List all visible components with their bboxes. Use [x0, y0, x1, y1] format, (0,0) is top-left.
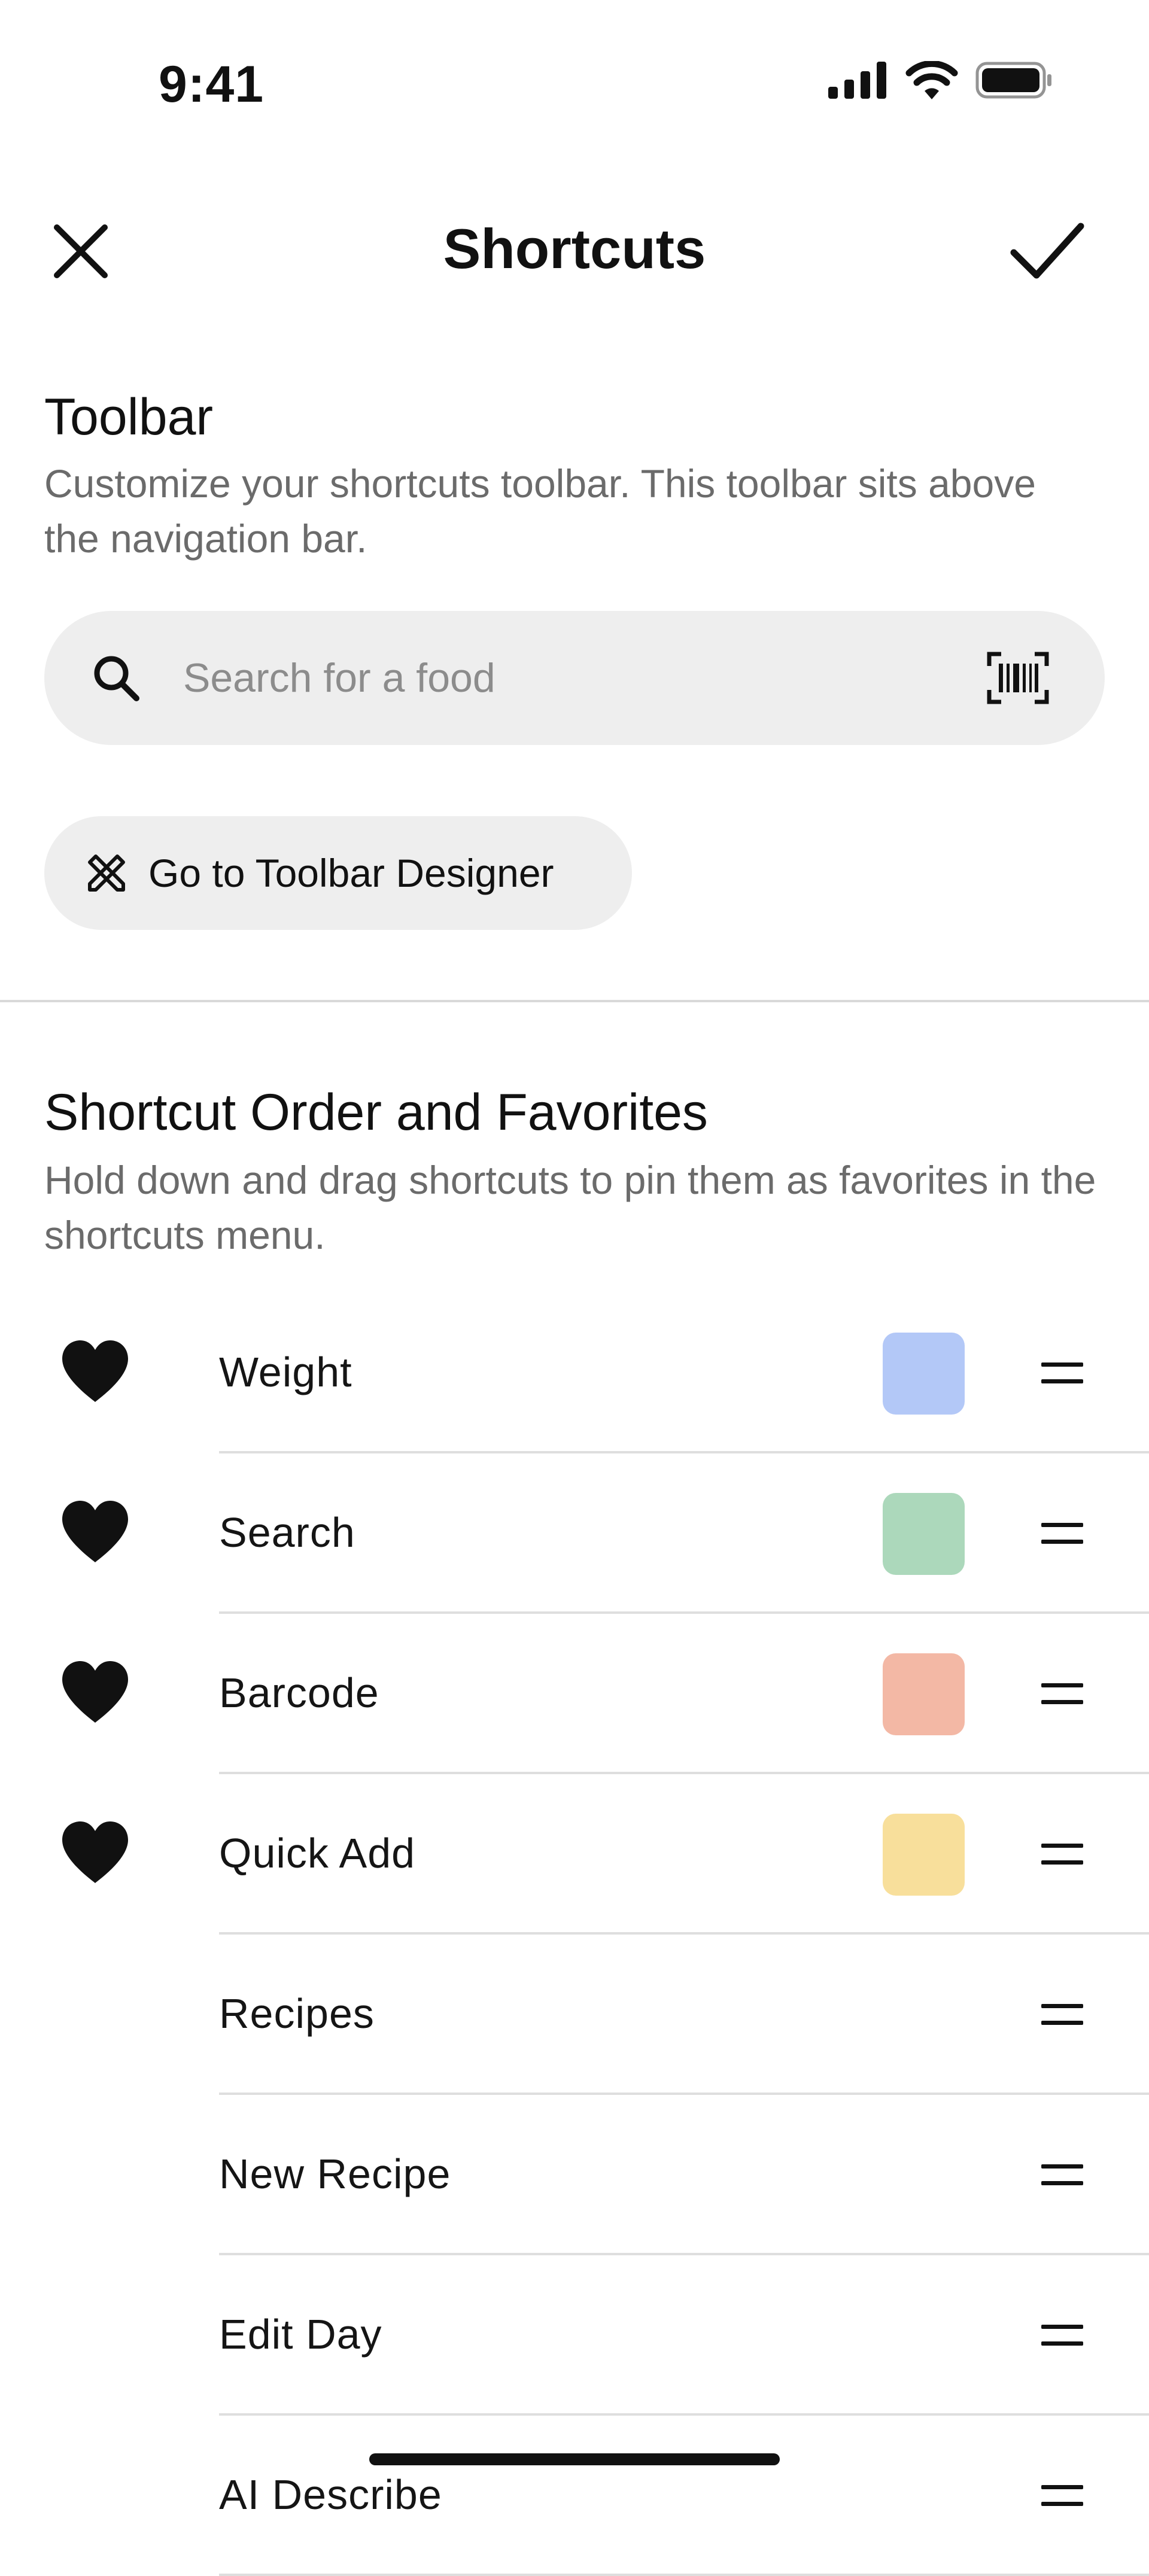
heart-icon[interactable] — [60, 1659, 130, 1725]
design-tools-icon — [83, 849, 130, 897]
shortcut-row[interactable]: New Recipe — [0, 2095, 1149, 2255]
shortcut-color-swatch[interactable] — [883, 1653, 965, 1735]
order-section-title: Shortcut Order and Favorites — [44, 1084, 708, 1141]
drag-handle-icon[interactable] — [1041, 2000, 1083, 2028]
shortcut-label: New Recipe — [219, 2151, 451, 2197]
order-section-description: Hold down and drag shortcuts to pin them… — [44, 1158, 1096, 1257]
drag-handle-icon[interactable] — [1041, 2481, 1083, 2509]
shortcut-row[interactable]: AI Describe — [0, 2416, 1149, 2576]
barcode-scan-icon[interactable] — [985, 648, 1051, 708]
shortcut-label: Weight — [219, 1349, 352, 1395]
shortcut-row[interactable]: Quick Add — [0, 1774, 1149, 1935]
heart-icon[interactable] — [60, 1499, 130, 1565]
row-divider — [219, 2574, 1149, 2576]
shortcut-label: Search — [219, 1509, 355, 1556]
shortcut-label: Barcode — [219, 1669, 379, 1716]
shortcut-color-swatch[interactable] — [883, 1493, 965, 1575]
home-indicator[interactable] — [369, 2453, 780, 2465]
toolbar-section-title: Toolbar — [44, 388, 214, 446]
shortcut-label: Edit Day — [219, 2311, 382, 2358]
drag-handle-icon[interactable] — [1041, 2321, 1083, 2349]
shortcut-row[interactable]: Search — [0, 1453, 1149, 1614]
heart-icon[interactable] — [60, 1820, 130, 1885]
shortcut-label: Quick Add — [219, 1830, 416, 1877]
checkmark-icon — [1010, 223, 1084, 279]
confirm-button[interactable] — [1005, 215, 1089, 287]
heart-icon[interactable] — [60, 1339, 130, 1404]
shortcut-row[interactable]: Edit Day — [0, 2255, 1149, 2416]
shortcut-row[interactable]: Weight — [0, 1293, 1149, 1453]
toolbar-section-description: Customize your shortcuts toolbar. This t… — [44, 461, 1036, 561]
shortcut-row[interactable]: Barcode — [0, 1614, 1149, 1774]
toolbar-designer-button[interactable]: Go to Toolbar Designer — [44, 816, 632, 930]
drag-handle-icon[interactable] — [1041, 1680, 1083, 1707]
shortcut-label: AI Describe — [219, 2471, 442, 2518]
wifi-icon — [905, 61, 958, 99]
shortcut-color-swatch[interactable] — [883, 1814, 965, 1896]
drag-handle-icon[interactable] — [1041, 2161, 1083, 2188]
cellular-signal-icon — [828, 62, 886, 99]
battery-icon — [975, 62, 1051, 99]
status-time: 9:41 — [159, 56, 265, 113]
drag-handle-icon[interactable] — [1041, 1840, 1083, 1868]
shortcut-color-swatch[interactable] — [883, 1333, 965, 1415]
search-input[interactable] — [182, 654, 985, 702]
page-title: Shortcuts — [443, 217, 706, 280]
drag-handle-icon[interactable] — [1041, 1359, 1083, 1386]
search-bar[interactable] — [44, 611, 1105, 745]
search-icon — [86, 648, 146, 708]
status-icons — [828, 61, 1053, 99]
section-divider — [0, 1000, 1149, 1002]
toolbar-designer-label: Go to Toolbar Designer — [148, 851, 554, 895]
drag-handle-icon[interactable] — [1041, 1519, 1083, 1547]
shortcut-label: Recipes — [219, 1990, 375, 2037]
shortcut-row[interactable]: Recipes — [0, 1935, 1149, 2095]
